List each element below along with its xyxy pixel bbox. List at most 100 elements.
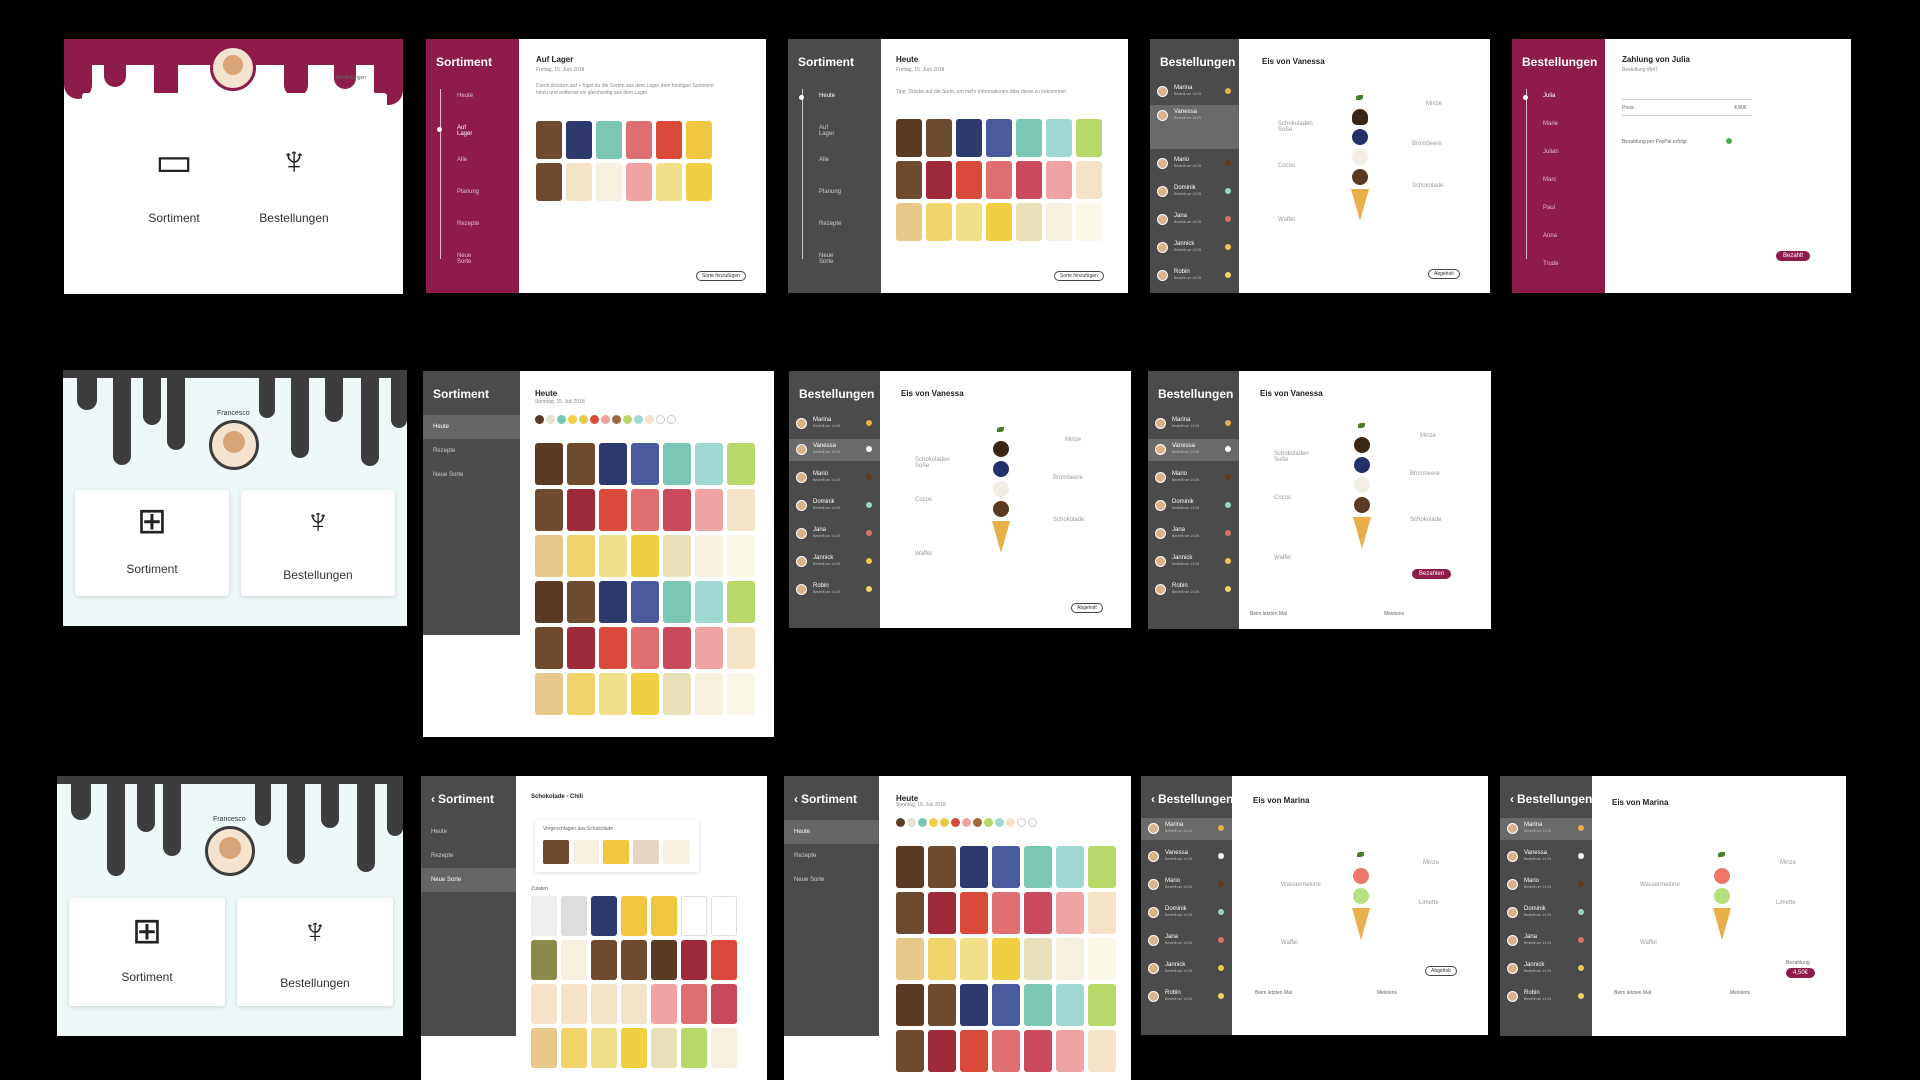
flavor-tile[interactable] (626, 121, 652, 159)
timeline-item[interactable]: Auf Lager (457, 125, 472, 137)
flavor-tile[interactable] (686, 121, 712, 159)
picked-up-button[interactable]: Abgeholt (1071, 603, 1103, 613)
order-item[interactable]: Jana Bestellt um 14:25 (1148, 523, 1239, 545)
order-item[interactable]: Dominik Bestellt um 14:25 (789, 495, 880, 517)
order-item[interactable]: Jana Bestellt um 14:25 (1150, 209, 1239, 231)
timeline-item[interactable]: Heute (457, 93, 473, 99)
timeline-item[interactable]: Neue Sorte (457, 253, 471, 265)
timeline-item[interactable]: Anna (1543, 233, 1557, 239)
timeline-item[interactable]: Rezepte (819, 221, 841, 227)
tile-sortiment[interactable]: Sortiment (124, 211, 224, 225)
order-item[interactable]: Mario Bestellt um 14:25 (1500, 874, 1592, 896)
tile-sortiment[interactable]: Sortiment (75, 562, 229, 576)
timeline-item[interactable]: Marc (1543, 177, 1556, 183)
order-item[interactable]: Mario Bestellt um 14:25 (1141, 874, 1232, 896)
timeline-item[interactable]: Marie (1543, 121, 1558, 127)
order-item[interactable]: Jana Bestellt um 14:25 (1141, 930, 1232, 952)
flavor-tile[interactable] (656, 163, 682, 201)
avatar[interactable] (209, 420, 259, 470)
menu-item[interactable]: Rezepte (421, 844, 516, 868)
flavor-tile[interactable] (1076, 119, 1102, 157)
flavor-tile[interactable] (1076, 161, 1102, 199)
flavor-tile[interactable] (926, 203, 952, 241)
timeline-item[interactable]: Alle (457, 157, 467, 163)
flavor-tile[interactable] (896, 119, 922, 157)
order-item[interactable]: Jana Bestellt um 14:25 (1500, 930, 1592, 952)
flavor-tile[interactable] (926, 161, 952, 199)
settings-link[interactable]: Einstellungen (336, 75, 366, 81)
menu-item[interactable]: Neue Sorte (423, 463, 520, 487)
picked-up-button[interactable]: Abgeholt (1425, 966, 1457, 976)
order-item[interactable]: Robin Bestellt um 14:25 (1148, 579, 1239, 601)
order-item[interactable]: Marina Bestellt um 14:25 (1148, 413, 1239, 435)
flavor-tile[interactable] (596, 163, 622, 201)
order-item[interactable]: Dominik Bestellt um 14:25 (1141, 902, 1232, 924)
order-item[interactable]: Mario Bestellt um 14:25 (789, 467, 880, 489)
order-item[interactable]: Mario Bestellt um 14:25 (1150, 153, 1239, 175)
timeline-item[interactable]: Julian (1543, 149, 1559, 155)
timeline-item[interactable]: Trude (1543, 261, 1558, 267)
timeline-item[interactable]: Julia (1543, 93, 1555, 99)
flavor-tile[interactable] (986, 203, 1012, 241)
tile-sortiment[interactable]: Sortiment (69, 970, 225, 984)
flavor-tile[interactable] (986, 119, 1012, 157)
back-icon[interactable]: ‹ (794, 792, 798, 806)
back-icon[interactable]: ‹ (431, 792, 435, 806)
flavor-tile[interactable] (1016, 119, 1042, 157)
menu-item[interactable]: Heute (423, 415, 520, 439)
avatar[interactable] (210, 45, 256, 91)
flavor-tile[interactable] (956, 119, 982, 157)
order-item[interactable]: Vanessa Bestellt um 14:25 (1150, 105, 1239, 149)
flavor-tile[interactable] (626, 163, 652, 201)
flavor-tile[interactable] (986, 161, 1012, 199)
order-item[interactable]: Jannick Bestellt um 14:25 (1141, 958, 1232, 980)
order-item[interactable]: Robin Bestellt um 14:25 (1150, 265, 1239, 287)
order-item[interactable]: Robin Bestellt um 14:25 (789, 579, 880, 601)
timeline-item[interactable]: Alle (819, 157, 829, 163)
menu-item[interactable]: Heute (784, 820, 879, 844)
flavor-tile[interactable] (1046, 203, 1072, 241)
order-item[interactable]: Marina Bestellt um 14:25 (1141, 818, 1232, 840)
order-item[interactable]: Vanessa Bestellt um 14:25 (1148, 439, 1239, 461)
flavor-tile[interactable] (1016, 203, 1042, 241)
flavor-tile[interactable] (926, 119, 952, 157)
flavor-tile[interactable] (896, 203, 922, 241)
timeline-item[interactable]: Heute (819, 93, 835, 99)
flavor-tile[interactable] (896, 161, 922, 199)
tile-bestellungen[interactable]: Bestellungen (237, 976, 393, 990)
menu-item[interactable]: Heute (421, 820, 516, 844)
timeline-item[interactable]: Neue Sorte (819, 253, 833, 265)
order-item[interactable]: Mario Bestellt um 14:25 (1148, 467, 1239, 489)
flavor-tile[interactable] (566, 163, 592, 201)
order-item[interactable]: Jannick Bestellt um 14:25 (1500, 958, 1592, 980)
timeline-item[interactable]: Planung (457, 189, 479, 195)
tile-bestellungen[interactable]: Bestellungen (241, 568, 395, 582)
menu-item[interactable]: Rezepte (423, 439, 520, 463)
order-item[interactable]: Dominik Bestellt um 14:25 (1500, 902, 1592, 924)
order-item[interactable]: Vanessa Bestellt um 14:25 (1141, 846, 1232, 868)
flavor-tile[interactable] (566, 121, 592, 159)
flavor-tile[interactable] (1046, 119, 1072, 157)
add-flavor-button[interactable]: Sorte hinzufügen (696, 271, 746, 281)
order-item[interactable]: Vanessa Bestellt um 14:25 (1500, 846, 1592, 868)
picked-up-button[interactable]: Abgeholt (1428, 269, 1460, 279)
menu-item[interactable]: Rezepte (784, 844, 879, 868)
order-item[interactable]: Jannick Bestellt um 14:25 (1150, 237, 1239, 259)
timeline-item[interactable]: Rezepte (457, 221, 479, 227)
back-icon[interactable]: ‹ (1151, 792, 1155, 806)
menu-item[interactable]: Neue Sorte (421, 868, 516, 892)
timeline-item[interactable]: Paul (1543, 205, 1555, 211)
flavor-tile[interactable] (1076, 203, 1102, 241)
order-item[interactable]: Marina Bestellt um 14:25 (1500, 818, 1592, 840)
order-item[interactable]: Marina Bestellt um 14:25 (789, 413, 880, 435)
price-button[interactable]: 4,50€ (1786, 968, 1816, 978)
paid-button[interactable]: Bezahlt (1776, 251, 1811, 261)
order-item[interactable]: Dominik Bestellt um 14:25 (1148, 495, 1239, 517)
flavor-tile[interactable] (1016, 161, 1042, 199)
order-item[interactable]: Jana Bestellt um 14:25 (789, 523, 880, 545)
back-icon[interactable]: ‹ (1510, 792, 1514, 806)
flavor-tile[interactable] (596, 121, 622, 159)
timeline-item[interactable]: Planung (819, 189, 841, 195)
flavor-tile[interactable] (686, 163, 712, 201)
order-item[interactable]: Jannick Bestellt um 14:25 (789, 551, 880, 573)
